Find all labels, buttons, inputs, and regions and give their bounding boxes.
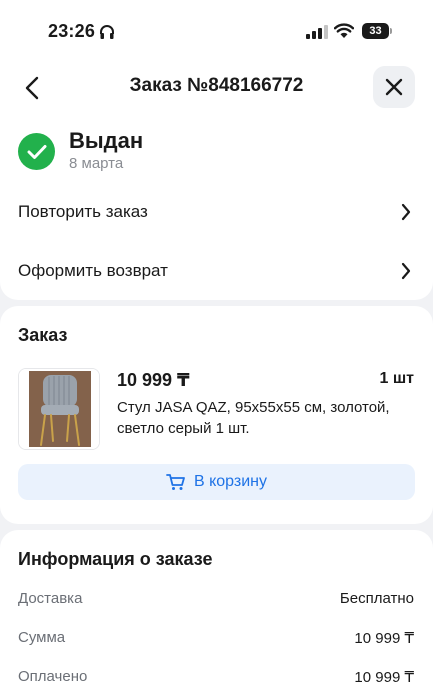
- close-icon: [385, 78, 403, 96]
- info-value: Бесплатно: [339, 590, 414, 607]
- info-value: 10 999 ₸: [354, 630, 414, 647]
- order-status-title: Выдан: [69, 128, 144, 153]
- repeat-order-label: Повторить заказ: [18, 202, 148, 221]
- info-label: Оплачено: [18, 668, 88, 685]
- add-to-cart-button[interactable]: В корзину: [18, 464, 415, 500]
- battery-icon: 33: [362, 23, 392, 39]
- order-card: Заказ 10 999 ₸ 1 шт Стул JASA QAZ, 95x55…: [0, 306, 433, 524]
- header: Заказ №848166772: [0, 62, 433, 114]
- info-label: Сумма: [18, 629, 66, 646]
- check-circle-icon: [18, 133, 55, 170]
- product-image[interactable]: [18, 368, 100, 450]
- repeat-order-button[interactable]: Повторить заказ: [0, 188, 433, 236]
- screen: 23:26 33 Заказ №848166772 Выдан 8 марта …: [0, 0, 433, 699]
- info-value: 10 999 ₸: [354, 669, 414, 686]
- product-price: 10 999 ₸: [117, 370, 190, 390]
- order-status-card: Выдан 8 марта Повторить заказ Оформить в…: [0, 114, 433, 300]
- cart-icon: [166, 474, 185, 490]
- status-time: 23:26: [48, 21, 96, 41]
- status-bar: 23:26 33: [0, 0, 433, 62]
- info-row-sum: Сумма 10 999 ₸: [18, 629, 414, 651]
- order-section-title: Заказ: [18, 325, 68, 345]
- chair-image: [19, 369, 99, 449]
- product-quantity: 1 шт: [379, 370, 414, 387]
- return-order-button[interactable]: Оформить возврат: [0, 247, 433, 295]
- close-button[interactable]: [373, 66, 415, 108]
- info-row-paid: Оплачено 10 999 ₸: [18, 668, 414, 690]
- headphones-icon: [99, 24, 115, 45]
- chevron-right-icon: [401, 262, 411, 280]
- info-label: Доставка: [18, 590, 83, 607]
- product-name[interactable]: Стул JASA QAZ, 95x55x55 см, золотой, све…: [117, 397, 417, 439]
- cellular-signal-icon: [306, 25, 328, 44]
- return-order-label: Оформить возврат: [18, 261, 168, 280]
- page-title: Заказ №848166772: [129, 75, 304, 96]
- wifi-icon: [333, 23, 355, 44]
- info-row-delivery: Доставка Бесплатно: [18, 590, 414, 612]
- chevron-right-icon: [401, 203, 411, 221]
- order-info-card: Информация о заказе Доставка Бесплатно С…: [0, 530, 433, 699]
- battery-level: 33: [362, 23, 389, 39]
- order-status-date: 8 марта: [69, 155, 124, 172]
- add-to-cart-label: В корзину: [193, 473, 268, 490]
- order-info-title: Информация о заказе: [18, 549, 213, 569]
